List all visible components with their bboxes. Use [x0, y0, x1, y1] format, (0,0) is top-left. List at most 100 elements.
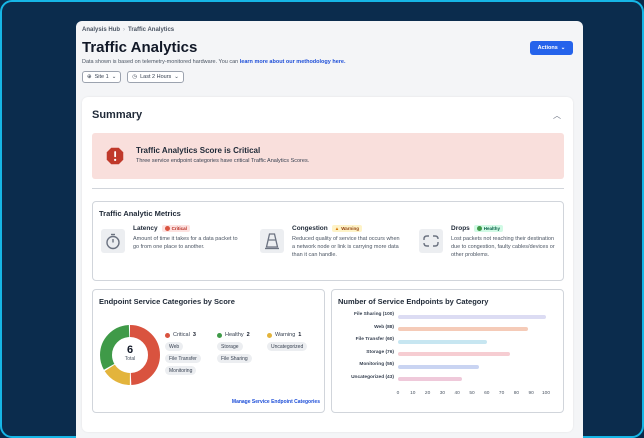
x-tick-label: 30	[439, 391, 446, 396]
healthy-chip-list: Storage File Sharing	[217, 342, 252, 363]
chevron-up-icon[interactable]: ︿	[553, 110, 561, 121]
healthy-dot-icon	[217, 332, 222, 338]
bar-mark	[398, 339, 487, 344]
x-tick-label: 80	[513, 391, 520, 396]
subtitle-text: Data shown is based on telemetry-monitor…	[82, 59, 240, 65]
summary-title: Summary	[92, 109, 143, 121]
critical-dot-icon	[165, 332, 170, 338]
bar-mark	[398, 352, 511, 356]
time-range-value: Last 2 Hours	[140, 74, 172, 80]
bar-category-label: Uncategorized (43)	[351, 374, 394, 380]
status-badge-healthy: Healthy	[473, 225, 504, 232]
broken-link-icon	[419, 229, 443, 253]
endpoints-by-category-panel: Number of Service Endpoints by Category …	[331, 289, 564, 413]
bar-category-label: Monitoring (55)	[359, 362, 394, 367]
metric-latency-name: Latency	[133, 225, 158, 232]
x-tick-label: 10	[410, 391, 416, 396]
bar-category-label: File Sharing (100)	[354, 312, 394, 317]
bar-mark	[398, 314, 546, 319]
legend-warning: Warning 1 Uncategorized	[267, 332, 308, 351]
status-badge-critical: Critical	[161, 225, 190, 232]
badge-label: Critical	[171, 226, 187, 231]
summary-card: Summary ︿ Traffic Analytics Score is Cri…	[82, 97, 573, 432]
endpoint-categories-panel: Endpoint Service Categories by Score 6 T…	[92, 289, 325, 413]
legend-critical-header: Critical 3	[165, 332, 201, 338]
metric-congestion: Congestion ▲ Warning Reduced quality of …	[256, 224, 406, 276]
metric-latency-header: Latency Critical	[133, 225, 190, 232]
metrics-title: Traffic Analytic Metrics	[99, 209, 181, 218]
bar-chart-title: Number of Service Endpoints by Category	[338, 297, 489, 306]
legend-warning-header: Warning 1	[267, 332, 307, 338]
traffic-cone-icon	[260, 229, 284, 253]
bar-mark	[398, 327, 529, 331]
chip-uncategorized[interactable]: Uncategorized	[267, 342, 308, 351]
legend-critical: Critical 3 Web File Transfer Monitoring	[165, 332, 201, 375]
metric-drops-name: Drops	[451, 225, 470, 232]
traffic-analytics-page: Analysis Hub › Traffic Analytics Traffic…	[76, 21, 583, 438]
x-tick-label: 60	[484, 391, 490, 396]
donut-total-label: Total	[124, 356, 136, 362]
page-header: Analysis Hub › Traffic Analytics Traffic…	[82, 27, 573, 83]
chip-file-sharing[interactable]: File Sharing	[217, 354, 252, 363]
chevron-down-icon: ⌄	[560, 45, 566, 51]
bar-category-label: Storage (76)	[366, 349, 394, 355]
page-subtitle: Data shown is based on telemetry-monitor…	[82, 59, 573, 65]
clock-icon: ◷	[132, 74, 138, 80]
chevron-down-icon: ⌄	[111, 74, 117, 80]
legend-warning-label: Warning	[275, 332, 296, 338]
critical-alert-banner: Traffic Analytics Score is Critical Thre…	[92, 133, 564, 179]
legend-warning-count: 1	[298, 332, 302, 338]
chevron-down-icon: ⌄	[174, 74, 179, 80]
warning-triangle-icon: ▲	[334, 226, 340, 231]
x-tick-label: 0	[396, 391, 400, 396]
time-range-filter[interactable]: ◷ Last 2 Hours ⌄	[127, 71, 184, 83]
legend-healthy-header: Healthy 2	[217, 332, 252, 338]
status-badge-warning: ▲ Warning	[331, 225, 363, 232]
methodology-link[interactable]: learn more about our methodology here.	[240, 59, 346, 65]
endpoint-categories-title: Endpoint Service Categories by Score	[99, 297, 235, 306]
metric-drops-description: Lost packets not reaching their destinat…	[451, 236, 555, 258]
alert-text: Three service endpoint categories have c…	[136, 158, 310, 164]
legend-healthy: Healthy 2 Storage File Sharing	[217, 332, 252, 363]
x-tick-label: 90	[528, 391, 534, 396]
critical-chip-list: Web File Transfer Monitoring	[165, 342, 201, 375]
donut-center: 6 Total	[113, 344, 147, 362]
metric-latency: Latency Critical Amount of time it takes…	[97, 224, 247, 276]
chip-file-transfer[interactable]: File Transfer	[165, 354, 201, 363]
chip-storage[interactable]: Storage	[217, 342, 243, 351]
donut-total: 6	[126, 344, 134, 356]
legend-healthy-label: Healthy	[225, 332, 244, 338]
metric-drops-header: Drops Healthy	[451, 225, 504, 232]
alert-octagon-icon	[106, 147, 124, 165]
bar-category-label: Web (88)	[374, 324, 394, 330]
breadcrumb: Analysis Hub › Traffic Analytics	[82, 27, 573, 33]
breadcrumb-traffic-analytics: Traffic Analytics	[128, 27, 175, 33]
page-title: Traffic Analytics	[82, 39, 198, 56]
metric-congestion-name: Congestion	[292, 225, 328, 232]
site-filter[interactable]: ⊕ Site 1 ⌄	[82, 71, 122, 83]
metric-latency-description: Amount of time it takes for a data packe…	[133, 236, 238, 250]
bar-mark	[398, 364, 480, 369]
legend-critical-label: Critical	[173, 332, 190, 338]
x-tick-label: 20	[424, 391, 431, 396]
bar-category-label: File Transfer (60)	[355, 337, 394, 342]
warning-chip-list: Uncategorized	[267, 342, 308, 351]
filter-bar: ⊕ Site 1 ⌄ ◷ Last 2 Hours ⌄	[82, 71, 573, 83]
site-filter-value: Site 1	[94, 74, 109, 80]
x-tick-label: 100	[541, 391, 550, 396]
chip-monitoring[interactable]: Monitoring	[165, 366, 197, 375]
breadcrumb-analysis-hub[interactable]: Analysis Hub	[82, 27, 120, 33]
metric-congestion-description: Reduced quality of service that occurs w…	[292, 236, 400, 258]
actions-button[interactable]: Actions ⌄	[530, 41, 573, 55]
x-tick-label: 40	[454, 391, 460, 396]
badge-label: Healthy	[483, 226, 501, 231]
critical-dot-icon	[164, 226, 170, 231]
manage-categories-link[interactable]: Manage Service Endpoint Categories	[232, 399, 320, 405]
bar-mark	[398, 377, 462, 381]
chip-web[interactable]: Web	[165, 342, 184, 351]
healthy-check-icon	[476, 226, 482, 231]
globe-icon: ⊕	[87, 74, 92, 80]
x-tick-label: 50	[469, 391, 475, 396]
alert-title: Traffic Analytics Score is Critical	[136, 146, 261, 155]
legend-critical-count: 3	[192, 332, 196, 338]
